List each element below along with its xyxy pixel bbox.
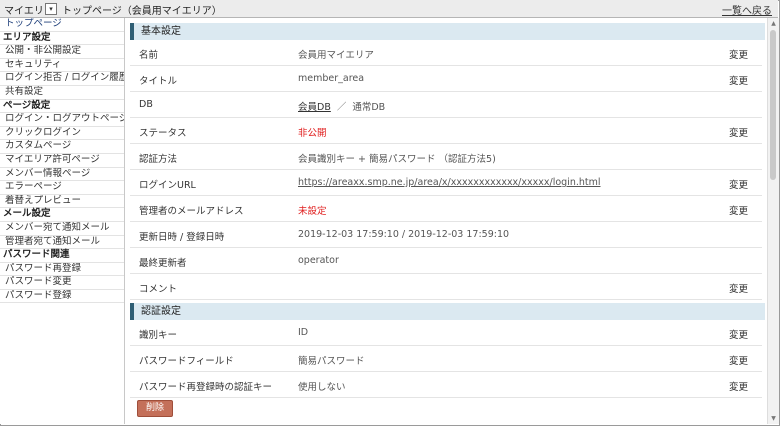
member-db-link[interactable]: 会員DB xyxy=(298,102,331,113)
sidebar-heading-password: パスワード関連 xyxy=(0,249,124,263)
row-value: 簡易パスワード xyxy=(298,356,365,367)
row-label: ログインURL xyxy=(139,180,196,191)
scrollbar[interactable]: ▲ ▼ xyxy=(767,18,779,424)
row-last-updater: 最終更新者 operator xyxy=(130,248,762,274)
row-password-field: パスワードフィールド 簡易パスワード 変更 xyxy=(130,346,762,372)
row-login-url: ログインURL https://areaxx.smp.ne.jp/area/x/… xyxy=(130,170,762,196)
scroll-up-icon[interactable]: ▲ xyxy=(769,19,778,28)
change-status-link[interactable]: 変更 xyxy=(729,125,748,139)
status-value: 非公開 xyxy=(298,128,327,139)
sidebar-heading-area: エリア設定 xyxy=(0,32,124,46)
row-value: 2019-12-03 17:59:10 / 2019-12-03 17:59:1… xyxy=(298,229,510,240)
change-password-field-link[interactable]: 変更 xyxy=(729,353,748,367)
row-value: ID xyxy=(298,327,309,338)
delete-button[interactable]: 削除 xyxy=(137,400,173,417)
section-heading-auth: 認証設定 xyxy=(130,303,765,320)
sidebar-item-admin-mail[interactable]: 管理者宛て通知メール xyxy=(0,236,124,250)
section-heading-basic: 基本設定 xyxy=(130,23,765,40)
change-name-link[interactable]: 変更 xyxy=(729,47,748,61)
change-id-key-link[interactable]: 変更 xyxy=(729,327,748,341)
sidebar-item-sharing[interactable]: 共有設定 xyxy=(0,86,124,100)
row-updated: 更新日時 / 登録日時 2019-12-03 17:59:10 / 2019-1… xyxy=(130,222,762,248)
scrollbar-thumb[interactable] xyxy=(770,30,776,180)
sidebar-item-visibility[interactable]: 公開・非公開設定 xyxy=(0,45,124,59)
sidebar-item-custom-page[interactable]: カスタムページ xyxy=(0,140,124,154)
area-dropdown-icon[interactable]: ▾ xyxy=(45,3,57,15)
row-label: DB xyxy=(139,99,153,110)
back-to-list-link[interactable]: 一覧へ戻る xyxy=(722,2,772,17)
row-value: 使用しない xyxy=(298,382,346,393)
row-comment: コメント 変更 xyxy=(130,274,762,300)
top-bar: マイエリア ▾ トップページ（会員用マイエリア） 一覧へ戻る xyxy=(0,0,778,18)
row-label: 認証方法 xyxy=(139,154,178,165)
sidebar-item-top-page[interactable]: トップページ xyxy=(0,18,124,32)
sidebar-heading-page: ページ設定 xyxy=(0,100,124,114)
row-label: 識別キー xyxy=(139,330,178,341)
row-title: タイトル member_area 変更 xyxy=(130,66,762,92)
login-url-link[interactable]: https://areaxx.smp.ne.jp/area/x/xxxxxxxx… xyxy=(298,177,601,188)
row-label: 管理者のメールアドレス xyxy=(139,206,244,217)
row-value: 会員識別キー + 簡易パスワード （認証方法5) xyxy=(298,154,496,165)
main-content: 基本設定 名前 会員用マイエリア 変更 タイトル member_area 変更 … xyxy=(125,18,765,424)
row-value: member_area xyxy=(298,73,365,84)
row-name: 名前 会員用マイエリア 変更 xyxy=(130,40,762,66)
row-label: 最終更新者 xyxy=(139,258,187,269)
row-label: 更新日時 / 登録日時 xyxy=(139,232,225,243)
row-label: タイトル xyxy=(139,76,178,87)
normal-db-option[interactable]: 通常DB xyxy=(352,102,385,113)
scroll-down-icon[interactable]: ▼ xyxy=(769,414,778,423)
change-login-url-link[interactable]: 変更 xyxy=(729,177,748,191)
sidebar-item-password-reregister[interactable]: パスワード再登録 xyxy=(0,263,124,277)
sidebar-item-click-login[interactable]: クリックログイン xyxy=(0,127,124,141)
breadcrumb: トップページ（会員用マイエリア） xyxy=(62,6,222,17)
admin-mail-value: 未設定 xyxy=(298,206,327,217)
change-reregister-key-link[interactable]: 変更 xyxy=(729,379,748,393)
sidebar-item-member-info-page[interactable]: メンバー情報ページ xyxy=(0,168,124,182)
row-value: 会員DB ／ 通常DB xyxy=(298,99,385,113)
sidebar-item-security[interactable]: セキュリティ xyxy=(0,59,124,73)
sidebar-item-password-change[interactable]: パスワード変更 xyxy=(0,276,124,290)
sidebar: トップページ エリア設定 公開・非公開設定 セキュリティ ログイン拒否 / ログ… xyxy=(0,18,125,424)
sidebar-item-login-logout-page[interactable]: ログイン・ログアウトページ xyxy=(0,113,124,127)
row-reregister-key: パスワード再登録時の認証キー 使用しない 変更 xyxy=(130,372,762,398)
row-value: operator xyxy=(298,255,339,266)
row-label: 名前 xyxy=(139,50,159,61)
row-id-key: 識別キー ID 変更 xyxy=(130,320,762,346)
row-label: パスワードフィールド xyxy=(139,356,234,367)
row-admin-mail: 管理者のメールアドレス 未設定 変更 xyxy=(130,196,762,222)
row-db: DB 会員DB ／ 通常DB xyxy=(130,92,762,118)
sidebar-item-password-register[interactable]: パスワード登録 xyxy=(0,290,124,304)
row-label: ステータス xyxy=(139,128,187,139)
sidebar-item-preview[interactable]: 着替えプレビュー xyxy=(0,195,124,209)
sidebar-item-allowed-pages[interactable]: マイエリア許可ページ xyxy=(0,154,124,168)
sidebar-item-login-block[interactable]: ログイン拒否 / ログイン履歴 xyxy=(0,72,124,86)
change-admin-mail-link[interactable]: 変更 xyxy=(729,203,748,217)
sidebar-item-error-page[interactable]: エラーページ xyxy=(0,181,124,195)
change-title-link[interactable]: 変更 xyxy=(729,73,748,87)
row-auth-method: 認証方法 会員識別キー + 簡易パスワード （認証方法5) xyxy=(130,144,762,170)
row-label: コメント xyxy=(139,284,178,295)
db-separator: ／ xyxy=(336,102,347,113)
sidebar-item-member-mail[interactable]: メンバー宛て通知メール xyxy=(0,222,124,236)
row-label: パスワード再登録時の認証キー xyxy=(139,382,273,393)
row-value: 会員用マイエリア xyxy=(298,50,374,61)
row-status: ステータス 非公開 変更 xyxy=(130,118,762,144)
sidebar-heading-mail: メール設定 xyxy=(0,208,124,222)
change-comment-link[interactable]: 変更 xyxy=(729,281,748,295)
